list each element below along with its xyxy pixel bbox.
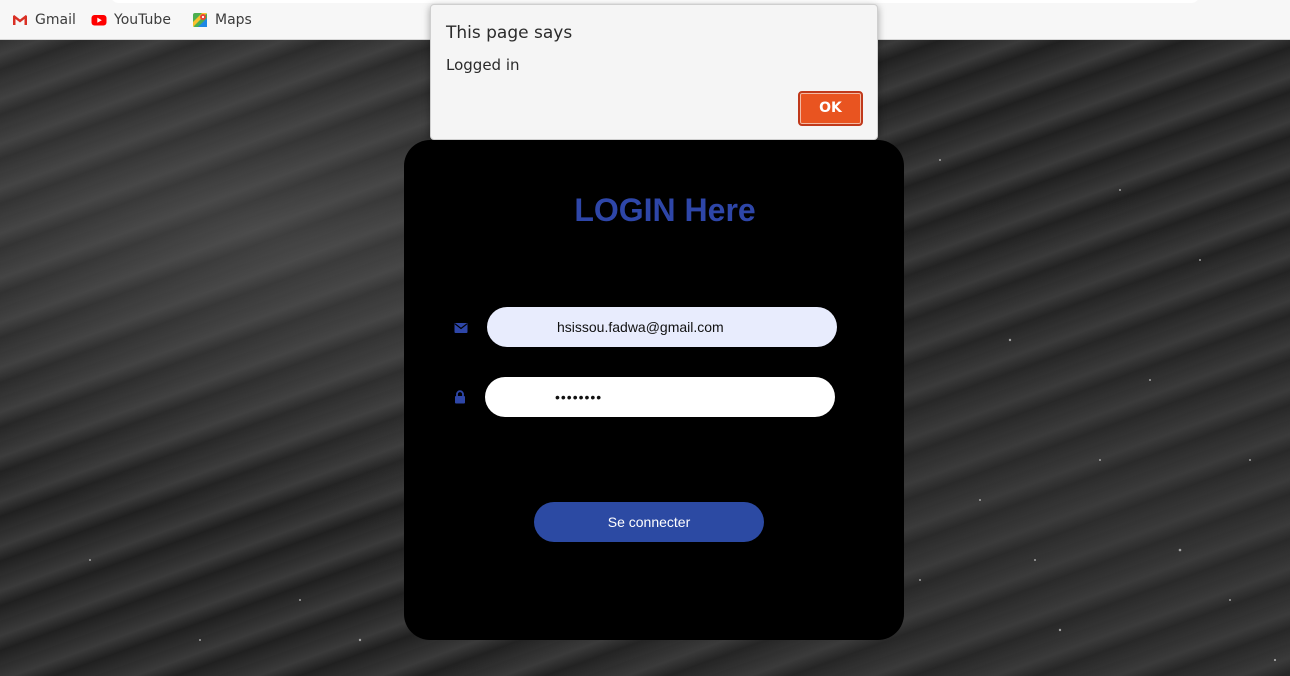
password-field[interactable] <box>485 377 835 417</box>
gmail-icon <box>12 12 28 28</box>
bookmark-label: Maps <box>215 11 252 28</box>
bookmark-gmail[interactable]: Gmail <box>12 0 76 39</box>
bookmark-label: YouTube <box>114 11 171 28</box>
bookmark-maps[interactable]: Maps <box>192 0 252 39</box>
omnibox-edge <box>110 0 1200 3</box>
alert-message: Logged in <box>446 56 520 74</box>
youtube-icon <box>91 12 107 28</box>
envelope-icon <box>454 320 468 334</box>
login-title: LOGIN Here <box>574 192 756 228</box>
bookmark-label: Gmail <box>35 11 76 28</box>
login-submit-button[interactable]: Se connecter <box>534 502 764 542</box>
email-field[interactable] <box>487 307 837 347</box>
login-card: LOGIN Here Se connecter <box>404 140 904 640</box>
alert-title: This page says <box>446 23 573 43</box>
lock-icon <box>453 389 467 404</box>
alert-ok-button[interactable]: OK <box>798 91 863 126</box>
alert-dialog: This page says Logged in OK <box>430 4 878 140</box>
bookmark-youtube[interactable]: YouTube <box>91 0 171 39</box>
maps-icon <box>192 12 208 28</box>
